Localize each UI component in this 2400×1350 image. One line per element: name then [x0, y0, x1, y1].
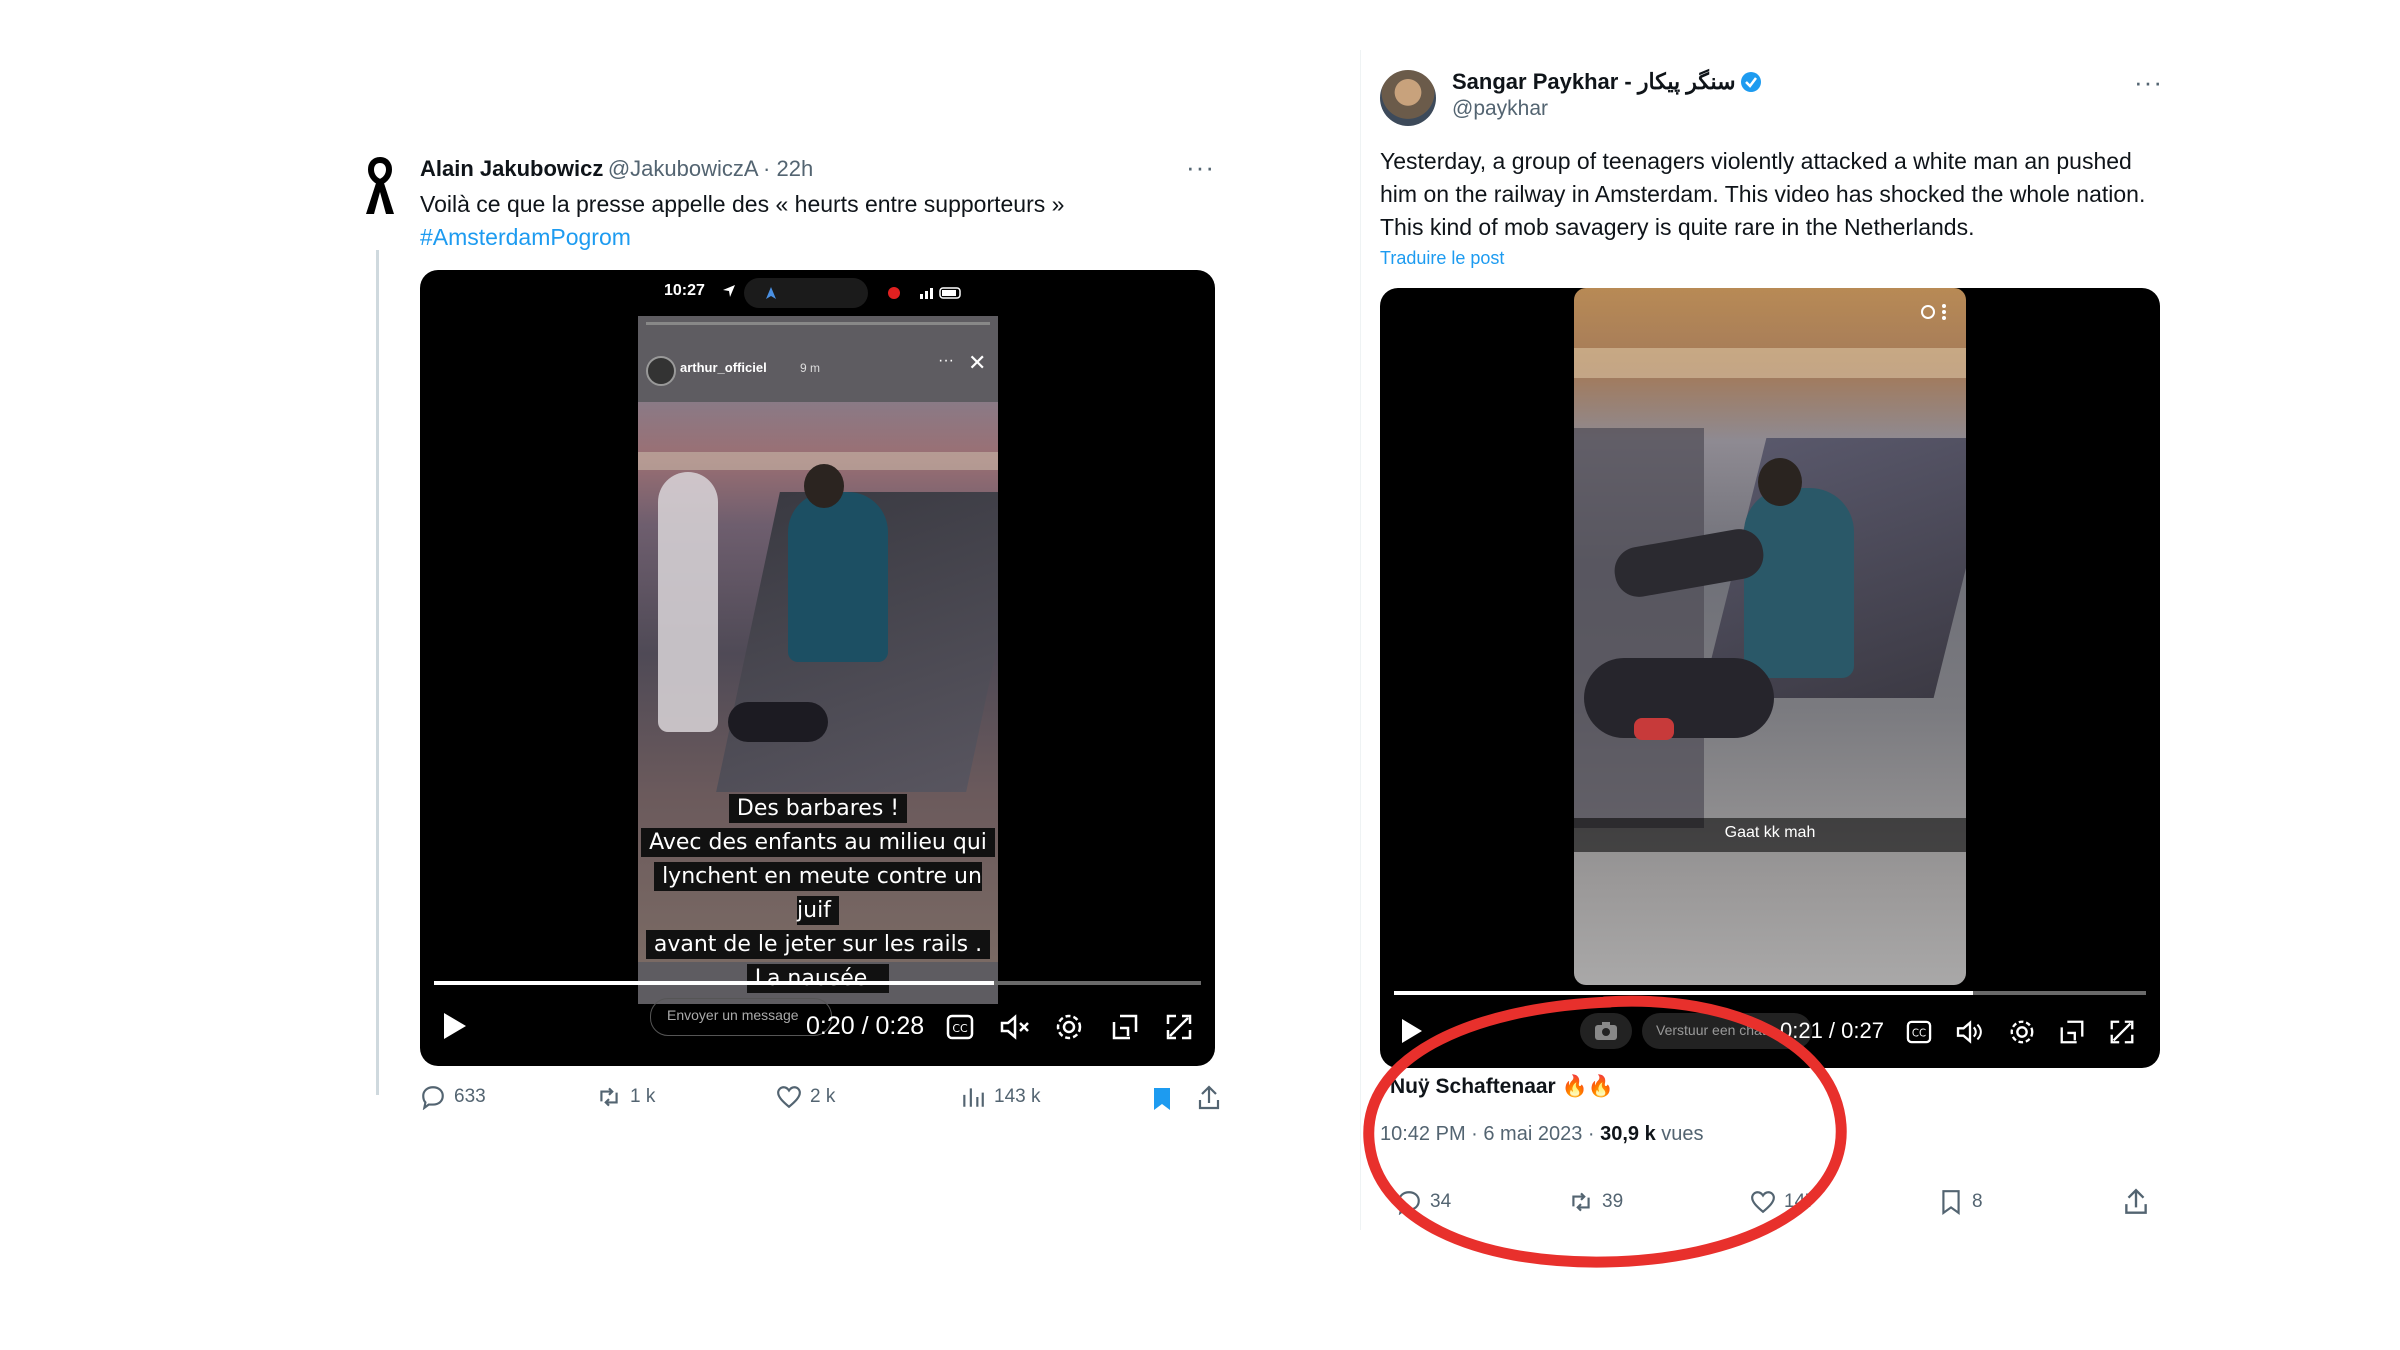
bookmark-count: 8 — [1972, 1191, 1983, 1212]
verified-badge-icon — [1741, 72, 1762, 92]
svg-text:CC: CC — [1912, 1029, 1926, 1040]
snap-caption: Gaat kk mah — [1724, 824, 1816, 841]
more-options-icon[interactable]: ··· — [1186, 152, 1215, 183]
story-age: 9 m — [800, 361, 821, 375]
views-chart-icon — [963, 1088, 984, 1107]
battery-signal-icon — [920, 287, 961, 299]
views-count: 143 k — [994, 1086, 1041, 1107]
caption-line: Des barbares ! — [728, 794, 908, 823]
bookmark-button[interactable]: 8 — [1938, 1189, 1983, 1215]
caption-line: La nausée . — [746, 964, 890, 993]
tweet-time[interactable]: · 22h — [763, 156, 813, 181]
hashtag-link[interactable]: #AmsterdamPogrom — [420, 221, 1200, 254]
tweet-header: Sangar Paykhar - سنگر پیکار — [1452, 69, 1762, 95]
story-progress-bar — [646, 322, 990, 325]
bookmark-icon[interactable] — [1150, 1086, 1174, 1112]
tweet-text: Voilà ce que la presse appelle des « heu… — [420, 188, 1200, 254]
recording-dot-icon — [888, 287, 900, 299]
person-figure — [1744, 488, 1854, 678]
more-options-icon[interactable]: ··· — [2134, 67, 2163, 98]
like-count: 2 k — [810, 1086, 836, 1107]
volume-icon[interactable] — [1956, 1020, 1984, 1044]
picture-in-picture-icon[interactable] — [2058, 1018, 2086, 1046]
person-figure — [788, 492, 888, 662]
views-button[interactable]: 143 k — [960, 1084, 1040, 1110]
video-player[interactable]: Gaat kk mah Verstuur een chat 0:21 / 0:2… — [1380, 288, 2160, 1068]
caption-line: Avec des enfants au milieu qui — [641, 828, 995, 857]
left-tweet: Alain Jakubowicz @JakubowiczA · 22h ··· … — [320, 138, 1250, 1133]
like-button[interactable]: 2 k — [776, 1084, 835, 1110]
play-icon[interactable] — [442, 1012, 468, 1040]
video-time: 0:20 / 0:28 — [806, 1012, 925, 1040]
author-handle[interactable]: @JakubowiczA — [608, 156, 759, 181]
tweet-text-line: Voilà ce que la presse appelle des « heu… — [420, 191, 1065, 217]
story-close-icon[interactable]: ✕ — [968, 350, 986, 376]
translate-link[interactable]: Traduire le post — [1380, 248, 1504, 269]
settings-gear-icon[interactable] — [1054, 1012, 1084, 1042]
captions-icon[interactable]: CC — [946, 1014, 974, 1040]
refresh-more-icon[interactable] — [1918, 302, 1952, 322]
phone-time: 10:27 — [664, 282, 705, 299]
snap-video-scene: Gaat kk mah — [1574, 288, 1966, 985]
bookmark-icon — [1942, 1190, 1960, 1215]
story-username[interactable]: arthur_officiel — [680, 360, 767, 375]
thread-line — [376, 250, 379, 1095]
author-handle[interactable]: @paykhar — [1452, 97, 1548, 121]
video-progress-track[interactable] — [434, 981, 1201, 985]
repost-icon — [600, 1087, 618, 1107]
fullscreen-icon[interactable] — [2108, 1018, 2136, 1046]
heart-icon — [777, 1086, 801, 1109]
snap-caption-bar: Gaat kk mah — [1574, 818, 1966, 852]
avatar[interactable] — [1380, 70, 1436, 126]
reply-icon — [422, 1086, 444, 1110]
share-icon[interactable] — [2122, 1187, 2150, 1217]
dynamic-island — [744, 278, 868, 308]
caption-line: lynchent en meute contre un juif — [654, 862, 982, 925]
share-icon[interactable] — [1196, 1084, 1222, 1112]
story-more-icon[interactable]: ··· — [938, 352, 954, 370]
captions-icon[interactable]: CC — [1906, 1020, 1932, 1044]
fullscreen-icon[interactable] — [1164, 1012, 1194, 1042]
settings-gear-icon[interactable] — [2008, 1018, 2036, 1046]
author-name[interactable]: Sangar Paykhar - سنگر پیکار — [1452, 69, 1736, 94]
story-avatar[interactable] — [646, 356, 676, 386]
reply-button[interactable]: 633 — [420, 1084, 486, 1110]
tweet-header: Alain Jakubowicz @JakubowiczA · 22h — [420, 156, 813, 182]
video-caption: Des barbares ! Avec des enfants au milie… — [638, 792, 998, 996]
phone-status-bar: 10:27 — [638, 270, 998, 316]
annotation-circle — [1363, 995, 1847, 1268]
black-ribbon-icon[interactable] — [360, 156, 400, 216]
video-progress-fill — [434, 981, 994, 985]
person-figure — [1574, 428, 1704, 828]
author-name[interactable]: Alain Jakubowicz — [420, 156, 603, 181]
story-message-input[interactable]: Envoyer un message — [650, 998, 832, 1036]
story-frame: arthur_officiel 9 m ··· ✕ Des barbares !… — [638, 316, 998, 1004]
person-figure — [658, 472, 718, 732]
svg-text:CC: CC — [952, 1022, 968, 1035]
message-placeholder: Envoyer un message — [667, 1007, 799, 1023]
navigation-icon — [766, 287, 776, 299]
repost-button[interactable]: 1 k — [596, 1084, 655, 1110]
location-arrow-icon — [723, 285, 735, 297]
mute-icon[interactable] — [1000, 1014, 1030, 1040]
reply-count: 633 — [454, 1086, 486, 1107]
picture-in-picture-icon[interactable] — [1110, 1012, 1140, 1042]
caption-line: avant de le jeter sur les rails . — [645, 930, 991, 959]
tweet-text: Yesterday, a group of teenagers violentl… — [1380, 148, 2146, 240]
repost-count: 1 k — [630, 1086, 656, 1107]
video-player[interactable]: 10:27 arthur_officiel 9 m ··· ✕ Des barb… — [420, 270, 1215, 1066]
